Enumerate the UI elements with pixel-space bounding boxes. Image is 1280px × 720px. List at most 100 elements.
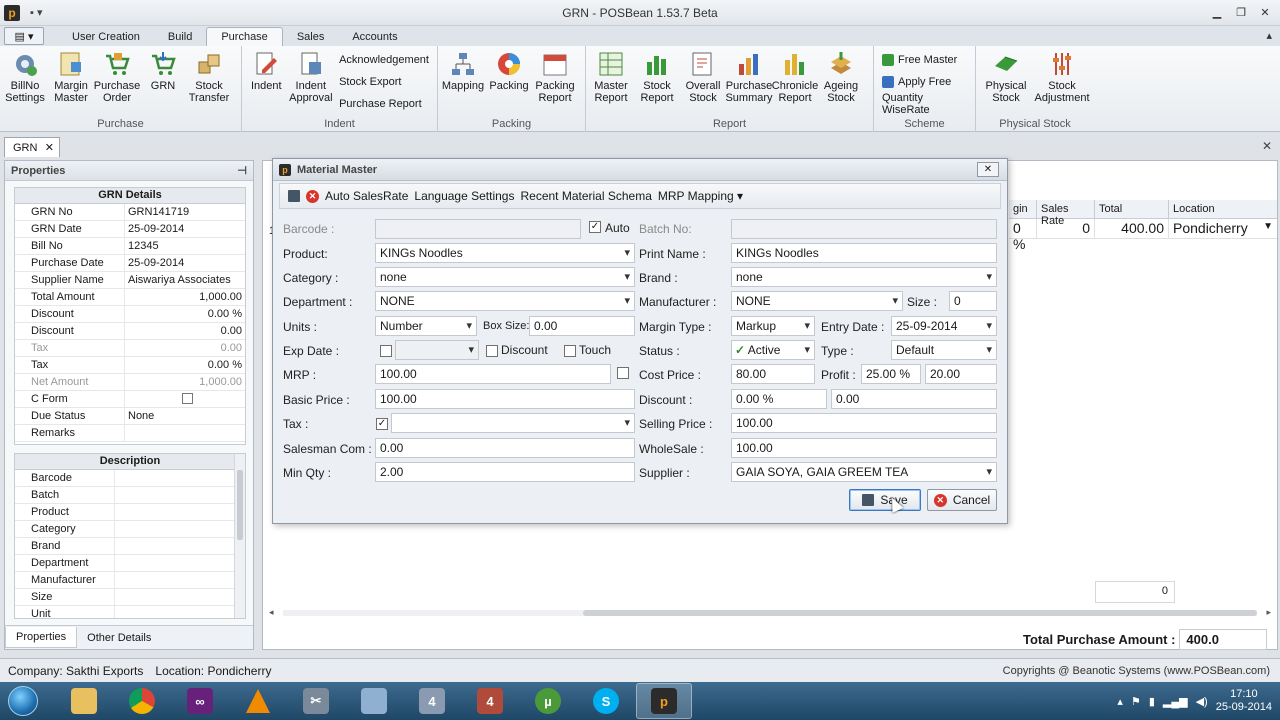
clock[interactable]: 17:10 25-09-2014 bbox=[1216, 688, 1272, 714]
property-row[interactable]: Due Status None bbox=[15, 408, 245, 425]
description-value[interactable] bbox=[115, 606, 234, 618]
start-button[interactable] bbox=[0, 682, 46, 720]
taskbar-utorrent[interactable]: µ bbox=[520, 683, 576, 719]
department-select[interactable]: NONE bbox=[375, 291, 635, 311]
touch-checkbox[interactable] bbox=[564, 345, 576, 357]
ribbon-collapse-icon[interactable]: ▴ bbox=[1266, 29, 1272, 42]
app-logo-icon[interactable]: p bbox=[4, 4, 20, 21]
property-row[interactable]: Discount 0.00 % bbox=[15, 306, 245, 323]
taskbar-app[interactable]: 4 bbox=[462, 683, 518, 719]
property-value[interactable]: GRN141719 bbox=[125, 204, 245, 220]
profit-percent-input[interactable]: 25.00 % bbox=[861, 364, 921, 384]
entry-date-picker[interactable]: 25-09-2014 bbox=[891, 316, 997, 336]
recent-material-schema-button[interactable]: Recent Material Schema bbox=[520, 189, 651, 203]
basic-price-input[interactable]: 100.00 bbox=[375, 389, 635, 409]
column-header-location[interactable]: Location bbox=[1169, 200, 1277, 218]
mrp-checkbox[interactable] bbox=[617, 367, 629, 379]
description-row[interactable]: Unit bbox=[15, 606, 234, 618]
column-header[interactable]: gin bbox=[1009, 200, 1037, 218]
application-menu-button[interactable]: ▤ ▾ bbox=[4, 27, 44, 45]
property-row[interactable]: Remarks bbox=[15, 425, 245, 442]
property-row[interactable]: Total Amount 1,000.00 bbox=[15, 289, 245, 306]
tab-properties[interactable]: Properties bbox=[5, 627, 78, 648]
mrp-mapping-button[interactable]: MRP Mapping ▾ bbox=[658, 189, 743, 203]
battery-icon[interactable]: ▮ bbox=[1149, 695, 1155, 708]
cancel-icon[interactable]: ✕ bbox=[306, 189, 319, 203]
mrp-input[interactable]: 100.00 bbox=[375, 364, 611, 384]
manufacturer-select[interactable]: NONE bbox=[731, 291, 903, 311]
show-hidden-icons[interactable]: ▴ bbox=[1117, 695, 1123, 708]
description-row[interactable]: Department bbox=[15, 555, 234, 572]
tab-purchase[interactable]: Purchase bbox=[206, 27, 283, 46]
close-document-icon[interactable]: ✕ bbox=[1262, 139, 1272, 153]
network-icon[interactable]: ▂▄▆ bbox=[1163, 695, 1188, 708]
print-name-input[interactable]: KINGs Noodles bbox=[731, 243, 997, 263]
property-row[interactable]: Tax 0.00 bbox=[15, 340, 245, 357]
column-header-sales-rate[interactable]: Sales Rate bbox=[1037, 200, 1095, 227]
taskbar-chrome[interactable] bbox=[114, 683, 170, 719]
chevron-down-icon[interactable]: ▼ bbox=[1263, 221, 1273, 232]
property-value[interactable]: 0.00 bbox=[125, 340, 245, 356]
property-row[interactable]: GRN Date 25-09-2014 bbox=[15, 221, 245, 238]
property-value[interactable]: 0.00 bbox=[125, 323, 245, 339]
property-value[interactable]: None bbox=[125, 408, 245, 424]
description-row[interactable]: Barcode bbox=[15, 470, 234, 487]
box-size-input[interactable]: 0.00 bbox=[529, 316, 635, 336]
tax-checkbox[interactable]: ✓ bbox=[376, 418, 388, 430]
wholesale-input[interactable]: 100.00 bbox=[731, 438, 997, 458]
horizontal-scrollbar[interactable]: ◂ ▸ bbox=[269, 607, 1271, 619]
property-row[interactable]: Supplier Name Aiswariya Associates bbox=[15, 272, 245, 289]
description-row[interactable]: Manufacturer bbox=[15, 572, 234, 589]
property-row[interactable]: Bill No 12345 bbox=[15, 238, 245, 255]
property-value[interactable] bbox=[125, 391, 245, 407]
auto-salesrate-button[interactable]: Auto SalesRate bbox=[325, 189, 408, 203]
description-value[interactable] bbox=[115, 538, 234, 554]
property-row[interactable]: Purchase Date 25-09-2014 bbox=[15, 255, 245, 272]
category-select[interactable]: none bbox=[375, 267, 635, 287]
purchase-report-button[interactable]: Purchase Report bbox=[339, 96, 429, 112]
column-header-total[interactable]: Total bbox=[1095, 200, 1169, 218]
property-row[interactable]: Net Amount 1,000.00 bbox=[15, 374, 245, 391]
taskbar-visual-studio[interactable]: ∞ bbox=[172, 683, 228, 719]
supplier-select[interactable]: GAIA SOYA, GAIA GREEM TEA bbox=[731, 462, 997, 482]
taskbar-vlc[interactable] bbox=[230, 683, 286, 719]
property-value[interactable]: 0.00 % bbox=[125, 306, 245, 322]
close-button[interactable]: ✕ bbox=[1256, 4, 1274, 20]
quantity-wiserate-button[interactable]: Quantity WiseRate bbox=[882, 92, 967, 116]
tax-select[interactable] bbox=[391, 413, 635, 433]
taskbar-skype[interactable]: S bbox=[578, 683, 634, 719]
property-row[interactable]: Tax 0.00 % bbox=[15, 357, 245, 374]
description-value[interactable] bbox=[115, 470, 234, 486]
product-select[interactable]: KINGs Noodles bbox=[375, 243, 635, 263]
volume-icon[interactable]: ◀) bbox=[1196, 695, 1208, 708]
exp-date-checkbox[interactable] bbox=[380, 345, 392, 357]
description-row[interactable]: Product bbox=[15, 504, 234, 521]
free-master-button[interactable]: Free Master bbox=[882, 52, 967, 68]
size-input[interactable]: 0 bbox=[949, 291, 997, 311]
minimize-button[interactable]: ▁ bbox=[1208, 4, 1226, 20]
cost-price-input[interactable]: 80.00 bbox=[731, 364, 815, 384]
property-value[interactable]: 25-09-2014 bbox=[125, 255, 245, 271]
flag-icon[interactable]: ⚑ bbox=[1131, 695, 1141, 708]
cancel-button[interactable]: ✕ Cancel bbox=[927, 489, 997, 511]
property-value[interactable] bbox=[125, 425, 245, 441]
discount-percent-input[interactable]: 0.00 % bbox=[731, 389, 827, 409]
property-value[interactable]: 25-09-2014 bbox=[125, 221, 245, 237]
tab-sales[interactable]: Sales bbox=[283, 28, 339, 46]
table-row[interactable]: 0 % 0 400.00 Pondicherry ▼ bbox=[1009, 219, 1277, 252]
description-value[interactable] bbox=[115, 504, 234, 520]
description-row[interactable]: Brand bbox=[15, 538, 234, 555]
status-select[interactable]: ✓ Active bbox=[731, 340, 815, 360]
discount-value-input[interactable]: 0.00 bbox=[831, 389, 997, 409]
description-scrollbar[interactable] bbox=[234, 454, 245, 618]
language-settings-button[interactable]: Language Settings bbox=[414, 189, 514, 203]
taskbar-notepad[interactable] bbox=[346, 683, 402, 719]
restore-button[interactable]: ❐ bbox=[1232, 4, 1250, 20]
property-row[interactable]: GRN No GRN141719 bbox=[15, 204, 245, 221]
units-select[interactable]: Number bbox=[375, 316, 477, 336]
taskbar-explorer[interactable] bbox=[56, 683, 112, 719]
taskbar-tools[interactable]: ✂ bbox=[288, 683, 344, 719]
save-icon[interactable] bbox=[288, 190, 300, 202]
acknowledgement-button[interactable]: Acknowledgement bbox=[339, 52, 429, 68]
document-tab-grn[interactable]: GRN ✕ bbox=[4, 137, 60, 157]
